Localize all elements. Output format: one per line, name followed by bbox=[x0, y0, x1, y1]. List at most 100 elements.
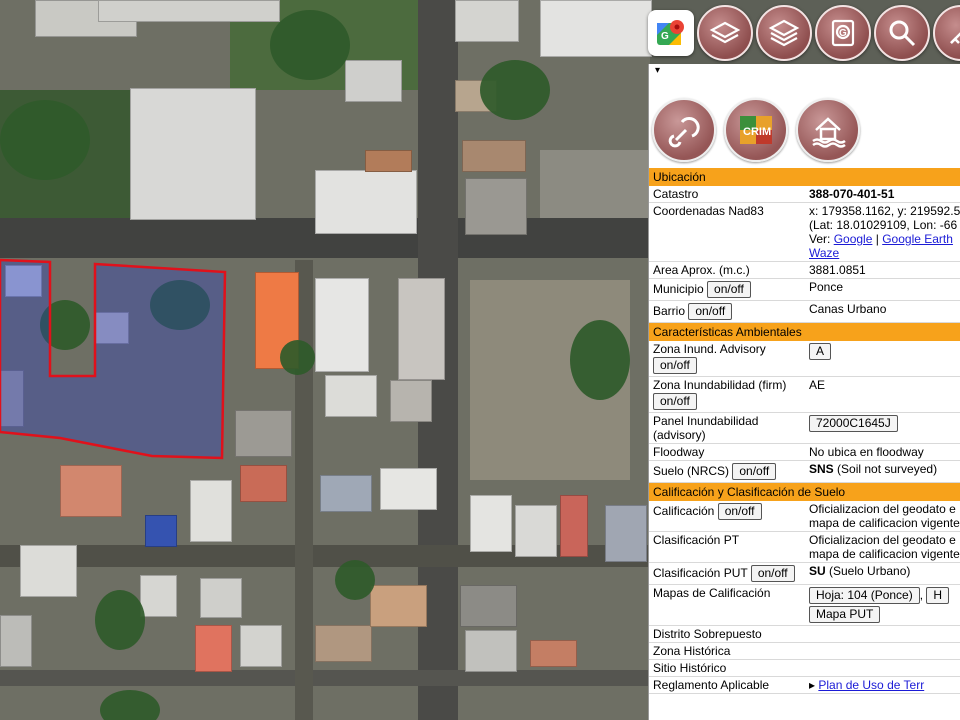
map-building bbox=[398, 278, 445, 380]
link-separator: | bbox=[875, 232, 879, 246]
measure-icon[interactable] bbox=[933, 5, 960, 61]
google-link[interactable]: Google bbox=[834, 232, 873, 246]
section-calificacion: Calificación y Clasificación de Suelo bbox=[649, 482, 960, 501]
map-building bbox=[380, 468, 437, 510]
row-reglamento: Reglamento Aplicable ▸ Plan de Uso de Te… bbox=[649, 676, 960, 694]
svg-text:CRIM: CRIM bbox=[743, 126, 771, 138]
map-building bbox=[605, 505, 647, 562]
identify-icon[interactable]: G bbox=[815, 5, 871, 61]
row-municipio: Municipio on/off Ponce bbox=[649, 278, 960, 301]
distrito-value bbox=[805, 625, 960, 643]
svg-text:G: G bbox=[839, 28, 847, 39]
row-label: Calificación bbox=[653, 504, 715, 518]
mapa-put-button[interactable]: Mapa PUT bbox=[809, 606, 881, 623]
panel-icon-bar: CRIM bbox=[649, 78, 960, 168]
flood-house-icon[interactable] bbox=[796, 98, 860, 162]
coord-xy: x: 179358.1162, y: 219592.5 bbox=[809, 204, 960, 218]
row-label: Zona Inundabilidad (firm) bbox=[653, 378, 787, 392]
map-tree bbox=[40, 300, 90, 350]
row-clasificacion-put: Clasificación PUT on/off SU (Suelo Urban… bbox=[649, 562, 960, 585]
row-panel-inund: Panel Inundabilidad (advisory) 72000C164… bbox=[649, 412, 960, 444]
clasificacion-pt-value: Oficializacion del geodato e mapa de cal… bbox=[805, 531, 960, 563]
row-label: Mapas de Calificación bbox=[649, 584, 805, 626]
waze-link[interactable]: Waze bbox=[809, 246, 839, 260]
google-earth-link[interactable]: Google Earth bbox=[882, 232, 953, 246]
map-building bbox=[465, 630, 517, 672]
panel-inund-value-button[interactable]: 72000C1645J bbox=[809, 415, 898, 432]
map-building bbox=[190, 480, 232, 542]
zona-advisory-value-button[interactable]: A bbox=[809, 343, 832, 360]
chevron-down-icon[interactable]: ▾ bbox=[655, 65, 660, 76]
section-title: Características Ambientales bbox=[649, 322, 960, 341]
map-building bbox=[530, 640, 577, 667]
link-icon[interactable] bbox=[652, 98, 716, 162]
row-label: Distrito Sobrepuesto bbox=[649, 625, 805, 643]
map-building bbox=[515, 505, 557, 557]
row-label: Panel Inundabilidad (advisory) bbox=[649, 412, 805, 444]
put-code: SU bbox=[809, 564, 826, 578]
barrio-toggle-button[interactable]: on/off bbox=[688, 303, 733, 320]
coord-latlon: (Lat: 18.01029109, Lon: -66 bbox=[809, 218, 958, 232]
map-building bbox=[325, 375, 377, 417]
map-building bbox=[200, 578, 242, 618]
suelo-desc: (Soil not surveyed) bbox=[833, 462, 938, 476]
map-building bbox=[390, 380, 432, 422]
row-label: Floodway bbox=[649, 443, 805, 461]
search-icon[interactable] bbox=[874, 5, 930, 61]
parcel-info-table: Ubicación Catastro 388-070-401-51 Coorde… bbox=[649, 168, 960, 694]
map-building bbox=[140, 575, 177, 617]
barrio-value: Canas Urbano bbox=[805, 300, 960, 323]
row-floodway: Floodway No ubica en floodway bbox=[649, 443, 960, 461]
collapse-toggle[interactable]: ▾ bbox=[649, 64, 960, 78]
put-desc: (Suelo Urbano) bbox=[825, 564, 911, 578]
row-label: Sitio Histórico bbox=[649, 659, 805, 677]
section-title: Ubicación bbox=[649, 168, 960, 186]
google-maps-icon[interactable]: G bbox=[648, 10, 694, 56]
row-barrio: Barrio on/off Canas Urbano bbox=[649, 300, 960, 323]
row-label: Coordenadas Nad83 bbox=[649, 202, 805, 262]
layers-icon[interactable] bbox=[697, 5, 753, 61]
clasificacion-put-toggle-button[interactable]: on/off bbox=[750, 565, 795, 582]
map-building bbox=[540, 0, 652, 57]
row-suelo: Suelo (NRCS) on/off SNS (Soil not survey… bbox=[649, 460, 960, 483]
row-label: Barrio bbox=[653, 304, 686, 318]
map-building bbox=[60, 465, 122, 517]
hoja-button[interactable]: Hoja: 104 (Ponce) bbox=[809, 587, 920, 604]
map-tree bbox=[0, 100, 90, 180]
map-building bbox=[460, 585, 517, 627]
crim-logo[interactable]: CRIM bbox=[724, 98, 788, 162]
calificacion-toggle-button[interactable]: on/off bbox=[717, 503, 762, 520]
map-building bbox=[315, 278, 369, 372]
map-building bbox=[465, 178, 527, 235]
reglamento-link[interactable]: Plan de Uso de Terr bbox=[818, 678, 924, 692]
row-label: Clasificación PT bbox=[649, 531, 805, 563]
map-building bbox=[0, 370, 24, 427]
row-label: Area Aprox. (m.c.) bbox=[649, 261, 805, 279]
map-building bbox=[345, 60, 402, 102]
catastro-value: 388-070-401-51 bbox=[805, 186, 960, 203]
calificacion-value: Oficializacion del geodato e mapa de cal… bbox=[805, 501, 960, 532]
row-label: Zona Histórica bbox=[649, 642, 805, 660]
basemap-layers-icon[interactable] bbox=[756, 5, 812, 61]
zona-advisory-toggle-button[interactable]: on/off bbox=[653, 357, 697, 374]
map-building bbox=[20, 545, 77, 597]
row-coordenadas: Coordenadas Nad83 x: 179358.1162, y: 219… bbox=[649, 202, 960, 262]
map-building bbox=[235, 410, 292, 457]
zona-historica-value bbox=[805, 642, 960, 660]
section-ambientales: Características Ambientales bbox=[649, 322, 960, 341]
map-building bbox=[470, 495, 512, 552]
zona-firm-toggle-button[interactable]: on/off bbox=[653, 393, 697, 410]
section-title: Calificación y Clasificación de Suelo bbox=[649, 482, 960, 501]
map-tree bbox=[95, 590, 145, 650]
row-label: Zona Inund. Advisory bbox=[653, 342, 766, 356]
map-building bbox=[315, 170, 417, 234]
hoja-second-button[interactable]: H bbox=[926, 587, 950, 604]
map-tree bbox=[280, 340, 315, 375]
municipio-toggle-button[interactable]: on/off bbox=[707, 281, 751, 298]
row-zona-historica: Zona Histórica bbox=[649, 642, 960, 660]
map-building bbox=[5, 265, 42, 297]
suelo-code: SNS bbox=[809, 462, 834, 476]
suelo-toggle-button[interactable]: on/off bbox=[732, 463, 777, 480]
map-tree bbox=[270, 10, 350, 80]
row-label: Clasificación PUT bbox=[653, 566, 748, 580]
